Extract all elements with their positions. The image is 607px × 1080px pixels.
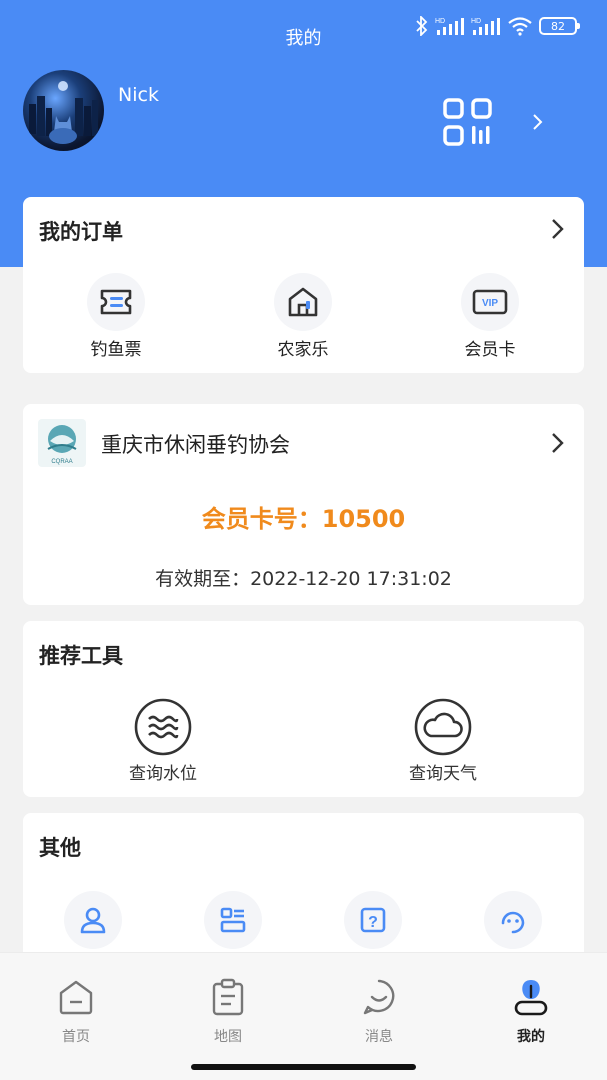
battery-indicator: 82 (539, 17, 580, 35)
wifi-icon (508, 17, 532, 36)
house-icon (274, 273, 332, 331)
customer-service-icon[interactable] (484, 891, 542, 949)
tab-messages[interactable]: 消息 (339, 977, 419, 1046)
association-card[interactable]: CQRAA 重庆市休闲垂钓协会 会员卡号：10500 有效期至：2022-12-… (23, 404, 584, 605)
weather-icon (414, 698, 472, 756)
avatar-image (29, 81, 98, 144)
help-glyph: ? (368, 914, 378, 931)
orders-title[interactable]: 我的订单 (39, 216, 123, 246)
user-name[interactable]: Nick (118, 84, 159, 106)
tab-home[interactable]: 首页 (36, 977, 116, 1046)
home-icon (59, 980, 93, 1015)
order-label: 钓鱼票 (90, 340, 142, 360)
order-label: 会员卡 (464, 340, 516, 360)
profile-icon (514, 980, 548, 1016)
home-indicator (191, 1064, 416, 1070)
tab-label: 首页 (62, 1029, 90, 1045)
order-fishing-ticket[interactable]: 钓鱼票 (46, 273, 186, 360)
association-name: 重庆市休闲垂钓协会 (101, 433, 290, 457)
signal-icon-2: HD (471, 18, 500, 35)
tab-map[interactable]: 地图 (188, 977, 268, 1046)
tab-profile[interactable]: 我的 (491, 977, 571, 1046)
water-level-icon (134, 698, 192, 756)
vip-badge: VIP (482, 298, 498, 309)
tool-label: 查询水位 (129, 764, 197, 784)
other-card: 其他 ? (23, 813, 584, 973)
tool-water-level[interactable]: 查询水位 (83, 698, 243, 784)
signal-icon: HD (435, 18, 464, 35)
orders-card: 我的订单 钓鱼票 农家乐 VIP 会员卡 (23, 197, 584, 373)
tab-label: 消息 (365, 1029, 393, 1045)
tool-weather[interactable]: 查询天气 (363, 698, 523, 784)
status-icons: HD HD 82 (415, 14, 580, 38)
status-bar: 我的 HD HD 82 (0, 0, 607, 60)
vip-card-icon: VIP (461, 273, 519, 331)
association-logo: CQRAA (38, 419, 86, 467)
chevron-right-icon[interactable] (550, 217, 566, 241)
ticket-icon (87, 273, 145, 331)
tool-label: 查询天气 (409, 764, 477, 784)
message-icon (363, 979, 395, 1015)
person-icon[interactable] (64, 891, 122, 949)
order-member-card[interactable]: VIP 会员卡 (420, 273, 560, 360)
bluetooth-icon (416, 16, 428, 36)
expiry-date: 有效期至：2022-12-20 17:31:02 (155, 568, 452, 590)
tab-label: 我的 (517, 1029, 545, 1045)
hd-label: HD (435, 18, 445, 25)
avatar[interactable] (23, 70, 104, 151)
chevron-right-icon[interactable] (531, 112, 545, 132)
member-card-number: 会员卡号：10500 (201, 505, 406, 533)
qr-code-icon[interactable] (442, 97, 494, 147)
tools-title: 推荐工具 (39, 644, 123, 668)
hd-label-2: HD (471, 18, 481, 25)
chevron-right-icon[interactable] (550, 431, 566, 455)
tools-card: 推荐工具 查询水位 查询天气 (23, 621, 584, 797)
list-icon[interactable] (204, 891, 262, 949)
other-title: 其他 (39, 836, 81, 860)
association-logo-text: CQRAA (51, 459, 72, 465)
order-label: 农家乐 (277, 340, 329, 360)
order-farmhouse[interactable]: 农家乐 (233, 273, 373, 360)
tab-bar: 首页 地图 消息 我的 (0, 952, 607, 1080)
help-icon[interactable]: ? (344, 891, 402, 949)
tab-label: 地图 (214, 1029, 242, 1045)
map-icon (212, 978, 244, 1016)
